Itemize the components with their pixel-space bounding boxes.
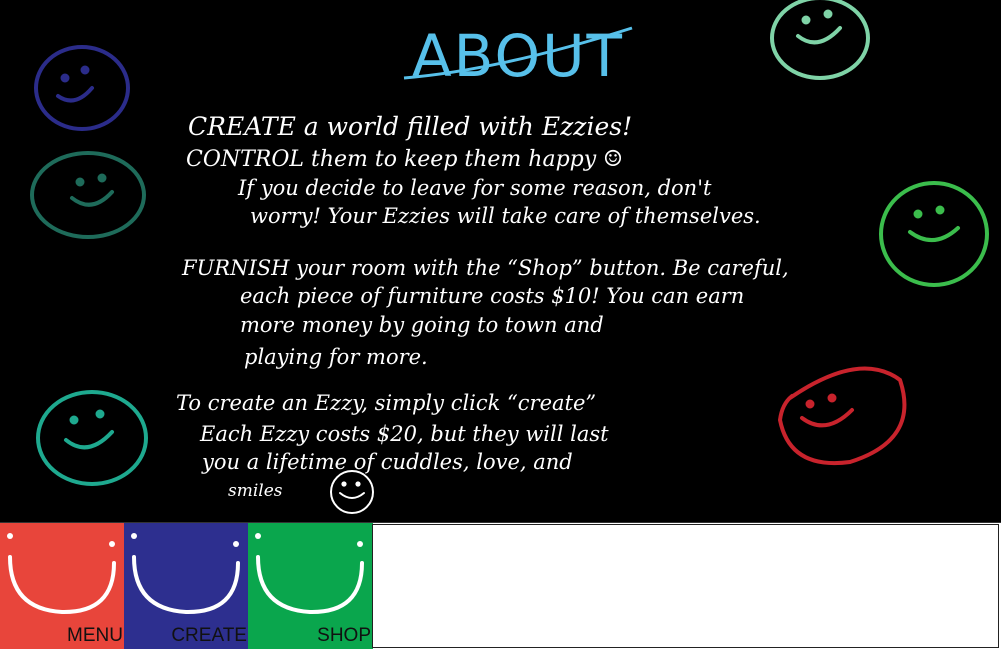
about-line: you a lifetime of cuddles, love, and (201, 450, 573, 474)
about-line: smiles (228, 481, 283, 501)
about-line: CONTROL them to keep them happy ☺ (186, 147, 623, 172)
about-line: playing for more. (244, 345, 428, 369)
smiley-face-icon (879, 181, 989, 287)
about-board: ABOUT CREATE a world filled with Ezzies!… (0, 0, 1001, 523)
create-button[interactable]: CREATE (124, 523, 249, 649)
menu-label: MENU (67, 625, 123, 646)
create-label: CREATE (171, 625, 247, 646)
about-line: Each Ezzy costs $20, but they will last (199, 422, 609, 446)
smiley-face-icon (36, 390, 148, 486)
about-line: If you decide to leave for some reason, … (237, 176, 712, 200)
smiley-face-icon (777, 366, 907, 465)
menu-button[interactable]: MENU (0, 523, 125, 649)
smiley-face-icon (30, 151, 146, 239)
about-drawing: ABOUT CREATE a world filled with Ezzies!… (30, 0, 989, 514)
about-line: each piece of furniture costs $10! You c… (240, 284, 744, 308)
about-line: FURNISH your room with the “Shop” button… (181, 256, 789, 280)
about-line: CREATE a world filled with Ezzies! (188, 112, 632, 141)
smiley-face-icon (770, 0, 870, 80)
smiley-face-icon (330, 470, 374, 514)
about-line: worry! Your Ezzies will take care of the… (250, 204, 761, 228)
shop-button[interactable]: SHOP (248, 523, 373, 649)
smiley-face-icon (34, 45, 130, 131)
bottom-navigation: MENU CREATE SHOP (0, 523, 1001, 649)
about-line: To create an Ezzy, simply click “create” (176, 391, 596, 415)
about-title: ABOUT (412, 22, 624, 90)
shop-label: SHOP (317, 625, 371, 646)
about-line: more money by going to town and (240, 313, 604, 337)
content-panel (372, 524, 999, 648)
